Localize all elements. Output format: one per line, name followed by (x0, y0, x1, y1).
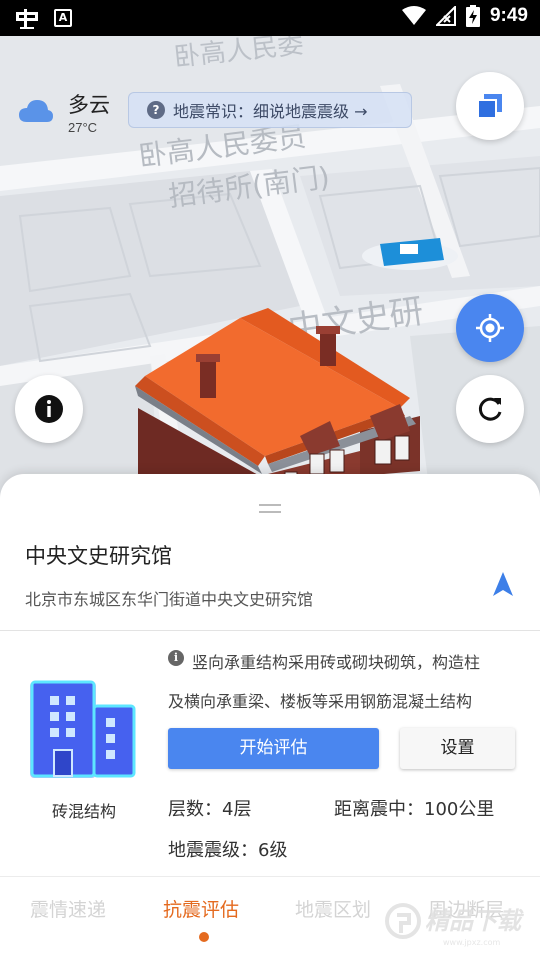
locate-button[interactable] (456, 294, 524, 362)
layers-button[interactable] (456, 72, 524, 140)
tab-seismic-assessment[interactable]: 抗震评估 (163, 895, 239, 922)
cloud-icon (19, 100, 53, 122)
info-icon (35, 395, 63, 423)
earthquake-tip-banner[interactable]: ? 地震常识：细说地震震级 → (128, 92, 412, 128)
app-notification-icon (16, 9, 38, 29)
clock: 9:49 (489, 5, 528, 26)
layers-icon (477, 94, 502, 119)
start-assessment-button[interactable]: 开始评估 (168, 728, 379, 769)
weather-temperature: 27°C (68, 120, 98, 135)
structure-description-line2: 及横向承重梁、楼板等采用钢筋混凝土结构 (168, 692, 473, 711)
settings-button[interactable]: 设置 (400, 728, 515, 769)
building-type-label: 砖混结构 (51, 802, 116, 821)
status-bar: A 9:49 (0, 0, 540, 36)
info-small-icon: i (168, 650, 184, 666)
weather-widget: 多云 27°C (18, 92, 110, 135)
refresh-button[interactable] (456, 375, 524, 443)
weather-condition: 多云 (68, 93, 110, 117)
signal-off-icon (435, 6, 456, 26)
epicenter-distance: 距离震中：100公里 (334, 799, 495, 820)
locate-icon (476, 314, 504, 342)
navigation-icon[interactable] (490, 571, 516, 597)
drag-handle[interactable] (259, 504, 281, 513)
tab-earthquake-news[interactable]: 震情速递 (30, 895, 106, 922)
keyboard-icon: A (54, 9, 72, 27)
divider (0, 630, 540, 631)
place-name: 中央文史研究馆 (25, 544, 172, 568)
active-tab-indicator (199, 932, 209, 942)
refresh-icon (478, 397, 502, 421)
info-button[interactable] (15, 375, 83, 443)
structure-description-line1: 竖向承重结构采用砖或砌块砌筑，构造柱 (192, 653, 481, 672)
wifi-icon (401, 6, 426, 25)
place-address: 北京市东城区东华门街道中央文史研究馆 (25, 590, 314, 609)
help-icon: ? (147, 101, 165, 119)
tip-text: 地震常识：细说地震震级 → (173, 102, 368, 121)
bottom-tab-bar: 震情速递 抗震评估 地震区划 周边断层 精品下载 www.jpxz.com (0, 877, 540, 960)
place-detail-sheet: 中央文史研究馆 北京市东城区东华门街道中央文史研究馆 砖混结构 i 竖向承重结构… (0, 474, 540, 960)
tab-seismic-zoning[interactable]: 地震区划 (295, 895, 371, 922)
svg-text:www.jpxz.com: www.jpxz.com (443, 938, 501, 947)
earthquake-magnitude: 地震震级：6级 (168, 840, 288, 861)
svg-text:精品下载: 精品下载 (425, 907, 525, 935)
building-type-icon (30, 680, 136, 778)
watermark-logo: 精品下载 www.jpxz.com (385, 903, 525, 947)
battery-charging-icon (465, 5, 480, 27)
floor-count: 层数：4层 (168, 799, 252, 820)
